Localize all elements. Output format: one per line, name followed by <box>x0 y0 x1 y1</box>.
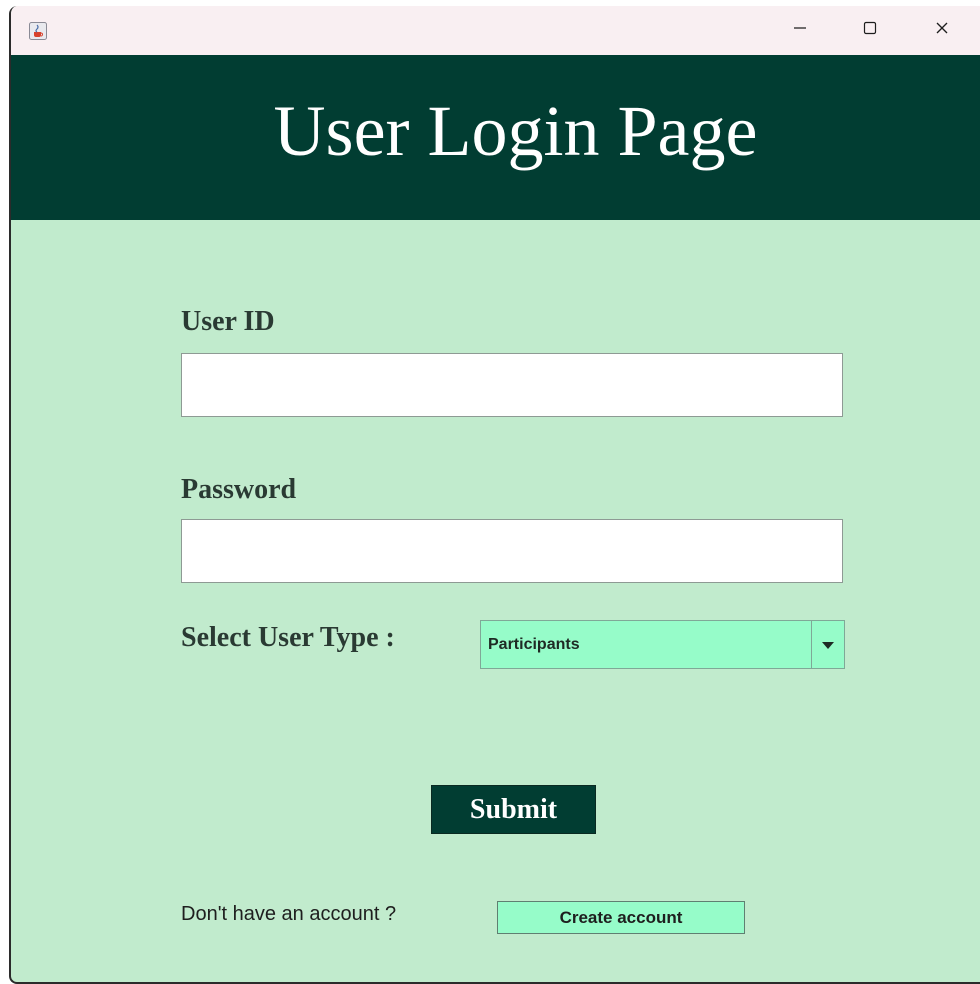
maximize-button[interactable] <box>842 6 898 55</box>
close-button[interactable] <box>914 6 970 55</box>
page-header: User Login Page <box>11 55 980 220</box>
minimize-icon <box>792 20 808 41</box>
minimize-button[interactable] <box>772 6 828 55</box>
chevron-down-icon[interactable] <box>811 621 844 668</box>
login-window: User Login Page User ID Password Select … <box>9 6 980 984</box>
java-coffee-icon <box>29 22 47 40</box>
no-account-prompt: Don't have an account ? <box>181 903 397 925</box>
title-bar[interactable] <box>11 6 980 55</box>
create-account-button[interactable]: Create account <box>497 901 745 934</box>
close-icon <box>934 20 950 41</box>
user-type-label: Select User Type : <box>181 622 395 653</box>
page-title: User Login Page <box>273 91 758 171</box>
user-type-selected-value: Participants <box>488 635 580 653</box>
user-type-select[interactable]: Participants <box>480 620 845 669</box>
user-id-input[interactable] <box>181 353 843 417</box>
password-input[interactable] <box>181 519 843 583</box>
password-label: Password <box>181 474 297 505</box>
submit-button[interactable]: Submit <box>431 785 596 834</box>
maximize-icon <box>862 20 878 41</box>
user-id-label: User ID <box>181 306 275 337</box>
